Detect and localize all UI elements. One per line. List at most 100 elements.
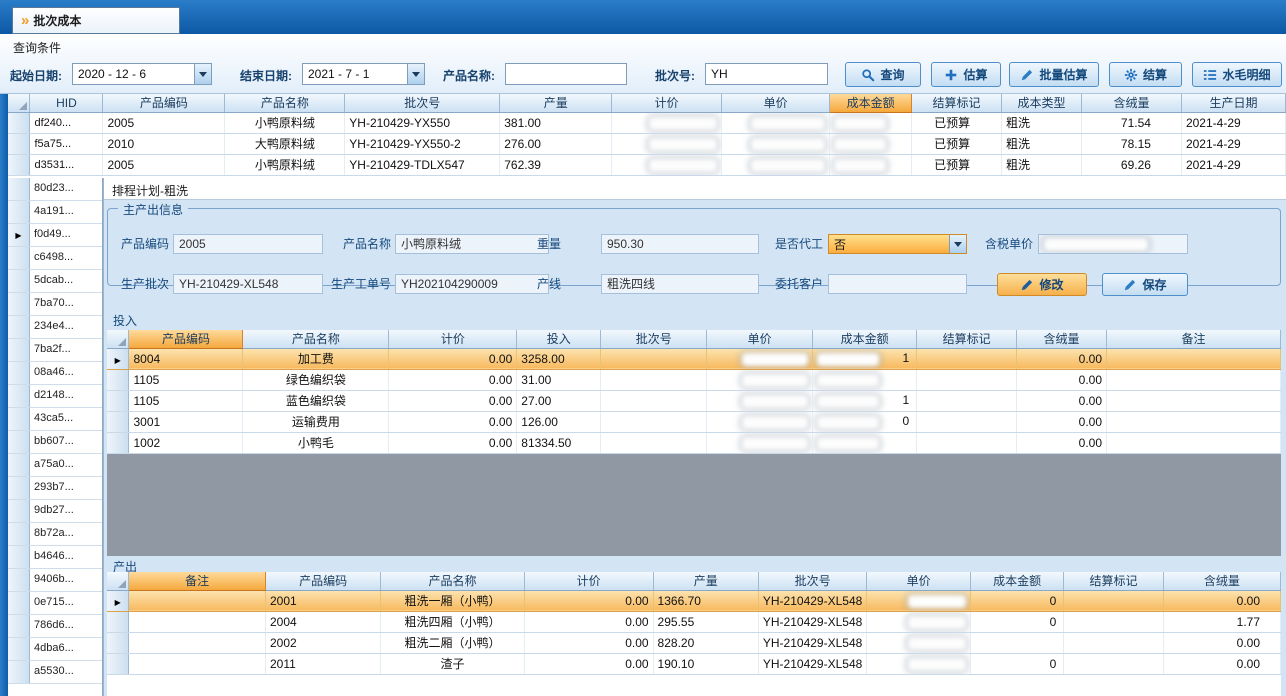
tax-price-field[interactable] [1038,234,1188,254]
col-header-product-name[interactable]: 产品名称 [243,330,389,348]
hid-row[interactable]: 0e715... [8,592,102,615]
product-name-field[interactable]: 小鸭原料绒 [395,234,549,254]
col-header-price[interactable]: 计价 [389,330,517,348]
col-header-down-content[interactable]: 含绒量 [1163,572,1280,590]
col-header-down-content[interactable]: 含绒量 [1082,94,1182,112]
col-header-unit-price[interactable]: 单价 [722,94,830,112]
batch-estimate-button[interactable]: 批量估算 [1009,62,1099,87]
col-header-settle-mark[interactable]: 结算标记 [912,94,1002,112]
hid-row[interactable]: 80d23... [8,178,102,201]
cell-input-qty: 31.00 [517,369,601,390]
col-header-product-name[interactable]: 产品名称 [381,572,525,590]
table-row[interactable]: 1002 小鸭毛 0.00 81334.50 0.00 [107,432,1281,453]
col-header-batch-no[interactable]: 批次号 [345,94,500,112]
col-header-cost-amount[interactable]: 成本金额 [830,94,912,112]
hid-row[interactable]: 293b7... [8,477,102,500]
hid-row[interactable]: 9406b... [8,569,102,592]
hid-row[interactable]: 8b72a... [8,523,102,546]
chevron-down-icon[interactable] [194,64,211,84]
cell-unit-price [867,632,971,653]
cell-down-content: 71.54 [1082,112,1182,133]
chevron-down-icon[interactable] [949,235,966,253]
table-row[interactable]: f5a75... 2010 大鸭原料绒 YH-210429-YX550-2 27… [8,133,1286,154]
end-date-combo[interactable]: 2021 - 7 - 1 [302,63,425,85]
table-row[interactable]: 2002 粗洗二厢（小鸭） 0.00 828.20 YH-210429-XL54… [107,632,1281,653]
line-field[interactable]: 粗洗四线 [601,274,759,294]
col-header-cost-type[interactable]: 成本类型 [1002,94,1082,112]
col-header-product-code[interactable]: 产品编码 [265,572,380,590]
hid-row[interactable]: 234e4... [8,316,102,339]
table-row[interactable]: 2001 粗洗一厢（小鸭） 0.00 1366.70 YH-210429-XL5… [107,590,1281,611]
hid-value: 4a191... [30,201,102,223]
hid-row[interactable]: d2148... [8,385,102,408]
col-header-qty[interactable]: 产量 [500,94,612,112]
col-header-product-code[interactable]: 产品编码 [103,94,225,112]
estimate-button[interactable]: 估算 [931,62,1001,87]
cell-cost-amount: 0 [970,611,1064,632]
prod-batch-field[interactable]: YH-210429-XL548 [173,274,323,294]
table-row[interactable]: 1105 绿色编织袋 0.00 31.00 0.00 [107,369,1281,390]
table-row[interactable]: 1105 蓝色编织袋 0.00 27.00 1 0.00 [107,390,1281,411]
col-header-unit-price[interactable]: 单价 [707,330,813,348]
col-header-prod-date[interactable]: 生产日期 [1181,94,1285,112]
water-detail-button[interactable]: 水毛明细 [1192,62,1282,87]
col-header-hid[interactable]: HID [30,94,103,112]
hid-row[interactable]: bb607... [8,431,102,454]
modify-button[interactable]: 修改 [997,273,1087,296]
product-code-field[interactable]: 2005 [173,234,323,254]
col-header-batch-no[interactable]: 批次号 [758,572,866,590]
start-date-combo[interactable]: 2020 - 12 - 6 [72,63,212,85]
table-row[interactable]: 2004 粗洗四厢（小鸭） 0.00 295.55 YH-210429-XL54… [107,611,1281,632]
col-header-price[interactable]: 计价 [524,572,653,590]
table-row[interactable]: d3531... 2005 小鸭原料绒 YH-210429-TDLX547 76… [8,154,1286,175]
query-button[interactable]: 查询 [845,62,921,87]
col-header-batch-no[interactable]: 批次号 [601,330,707,348]
save-button[interactable]: 保存 [1102,273,1188,296]
is-oem-combo[interactable]: 否 [828,234,967,254]
col-header-price[interactable]: 计价 [612,94,722,112]
col-header-down-content[interactable]: 含绒量 [1017,330,1107,348]
table-row[interactable]: 3001 运输费用 0.00 126.00 0 0.00 [107,411,1281,432]
hid-row[interactable]: 08a46... [8,362,102,385]
hid-row[interactable]: a75a0... [8,454,102,477]
weight-field[interactable]: 950.30 [601,234,759,254]
col-header-product-code[interactable]: 产品编码 [129,330,243,348]
col-header-settle-mark[interactable]: 结算标记 [917,330,1017,348]
hid-row[interactable]: 7ba70... [8,293,102,316]
col-header-note[interactable]: 备注 [1107,330,1281,348]
col-header-cost-amount[interactable]: 成本金额 [970,572,1064,590]
grid-corner[interactable] [8,94,30,112]
product-name-input[interactable] [505,63,627,85]
grid-corner[interactable] [107,572,129,590]
hid-value: bb607... [30,431,102,453]
col-header-note[interactable]: 备注 [129,572,266,590]
tab-batch-cost[interactable]: » 批次成本 [12,7,180,34]
table-row[interactable]: df240... 2005 小鸭原料绒 YH-210429-YX550 381.… [8,112,1286,133]
hid-row[interactable]: 9db27... [8,500,102,523]
table-row[interactable]: 8004 加工费 0.00 3258.00 1 0.00 [107,348,1281,369]
work-order-field[interactable]: YH202104290009 [395,274,549,294]
hid-row[interactable]: a5530... [8,661,102,684]
hid-row[interactable]: b4646... [8,546,102,569]
hid-row[interactable]: 43ca5... [8,408,102,431]
col-header-cost-amount[interactable]: 成本金额 [813,330,917,348]
col-header-settle-mark[interactable]: 结算标记 [1064,572,1163,590]
hid-row[interactable]: c6498... [8,247,102,270]
table-row[interactable]: 2011 渣子 0.00 190.10 YH-210429-XL548 0 0.… [107,653,1281,674]
col-header-product-name[interactable]: 产品名称 [225,94,345,112]
settle-button[interactable]: 结算 [1109,62,1182,87]
col-header-input-qty[interactable]: 投入 [517,330,601,348]
hid-row[interactable]: 7ba2f... [8,339,102,362]
hid-row[interactable]: 4a191... [8,201,102,224]
chevron-down-icon[interactable] [407,64,424,84]
hid-row[interactable]: 5dcab... [8,270,102,293]
col-header-qty[interactable]: 产量 [653,572,758,590]
grid-corner[interactable] [107,330,129,348]
client-field[interactable] [828,274,967,294]
hid-row[interactable]: 4dba6... [8,638,102,661]
hid-row[interactable]: 786d6... [8,615,102,638]
hid-row[interactable]: f0d49... [8,224,102,247]
row-indicator [8,408,30,430]
col-header-unit-price[interactable]: 单价 [867,572,971,590]
batch-no-input[interactable]: YH [705,63,828,85]
